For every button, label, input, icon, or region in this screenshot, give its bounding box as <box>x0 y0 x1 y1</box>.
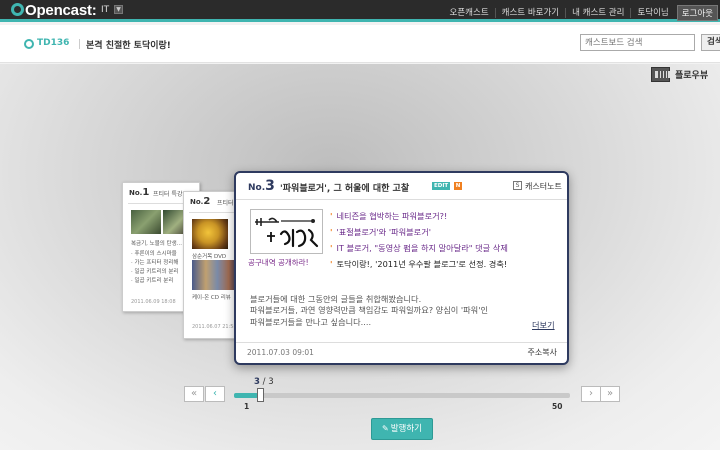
logo-text: Opencast: <box>25 2 97 19</box>
card-line: · 푸른이의 스시마을 <box>131 251 177 257</box>
edit-badge[interactable]: EDIT <box>432 182 451 190</box>
nav-my-cast[interactable]: 내 캐스트 관리 <box>565 8 630 18</box>
publish-label: 발행하기 <box>390 424 422 434</box>
headline-item[interactable]: 토닥이랑!, '2011년 우수팔 블로그'로 선정. 경축! <box>330 257 560 273</box>
page-slider-fill <box>234 393 258 398</box>
card-number: No.1 <box>129 187 150 198</box>
card-line: 복금기, 노블의 탄생... <box>131 241 182 247</box>
castboard-search-input[interactable] <box>580 34 695 51</box>
prev-page-button[interactable]: ‹ <box>205 386 225 402</box>
card-line: 삼순거목 DVD <box>192 254 227 260</box>
card-line: · 일곱 키트리 분리 <box>131 278 174 284</box>
flow-view-icon[interactable] <box>651 67 670 82</box>
headline-item[interactable]: 네티즌을 협박하는 파워블로거?! <box>330 209 560 225</box>
nav-user[interactable]: 토닥이님 <box>630 8 674 18</box>
chevron-down-icon[interactable]: ▼ <box>114 5 123 14</box>
card-title: 프티터 특강 <box>153 191 183 198</box>
card-number: No.2 <box>190 196 211 207</box>
new-badge: N <box>454 182 462 190</box>
logout-button[interactable]: 로그아웃 <box>676 5 718 21</box>
headline-item[interactable]: IT 블로거, "동영상 펌을 하지 말아달라" 댓글 삭제 <box>330 241 560 257</box>
copy-address-button[interactable]: 주소복사 <box>528 347 557 358</box>
card-thumbnail <box>163 210 185 234</box>
slider-position: 3 / 3 <box>254 377 274 387</box>
description-line: 파워블로거들, 과연 영향력만큼 책임감도 파워일까요? 양심이 '파워'인 <box>250 305 488 316</box>
opencast-logo[interactable]: Opencast: <box>11 2 97 19</box>
publish-button[interactable]: ✎ 발행하기 <box>371 418 433 440</box>
card-date: 2011.06.09 18:08 <box>131 299 176 305</box>
card-title[interactable]: '파워블로거', 그 허울에 대한 고찰 <box>280 181 409 194</box>
headline-list: 네티즌을 협박하는 파워블로거?! '표절블로거'와 '파워블로거' IT 블로… <box>330 209 560 273</box>
slider-min-label: 1 <box>244 402 250 411</box>
card-thumbnail <box>192 260 238 290</box>
first-page-button[interactable]: « <box>184 386 204 402</box>
card-header: No.3 '파워블로거', 그 허울에 대한 고찰 EDIT N S 캐스터노트 <box>236 173 567 200</box>
category-label[interactable]: IT <box>101 5 109 15</box>
page-slider-handle[interactable] <box>257 388 264 402</box>
top-bar: Opencast: IT ▼ 오픈캐스트 캐스트 바로가기 내 캐스트 관리 토… <box>0 0 720 22</box>
calligraphy-thumbnail <box>255 217 319 248</box>
nav-cast-shortcut[interactable]: 캐스트 바로가기 <box>494 8 565 18</box>
card-line: · 일곱 키트리의 분리 <box>131 269 179 275</box>
headline-item[interactable]: '표절블로거'와 '파워블로거' <box>330 225 560 241</box>
next-page-button[interactable]: › <box>581 386 601 402</box>
card-thumbnail <box>131 210 161 234</box>
slider-max-label: 50 <box>552 402 563 411</box>
top-nav: 오픈캐스트 캐스트 바로가기 내 캐스트 관리 토닥이님 로그아웃 <box>444 5 718 21</box>
cast-title[interactable]: 본격 친절한 토닥이랑! <box>86 38 171 51</box>
divider <box>79 39 80 49</box>
cast-card-main[interactable]: No.3 '파워블로거', 그 허울에 대한 고찰 EDIT N S 캐스터노트… <box>234 171 569 365</box>
card-date: 2011.07.03 09:01 <box>247 348 314 357</box>
search-button[interactable]: 검색 <box>701 34 720 51</box>
card-title: 프티터 <box>217 200 234 207</box>
thumbnail-caption[interactable]: 공구내역 공개하라! <box>248 257 309 268</box>
card-date: 2011.06.07 21:58 <box>192 324 237 330</box>
card-line: · 가는 프티터 정리해 <box>131 260 179 266</box>
cast-code[interactable]: TD136 <box>37 38 69 48</box>
card-thumbnail <box>192 219 228 249</box>
page-slider-track[interactable] <box>234 393 570 398</box>
description-line: 블로거들에 대한 그동안의 글들을 취합해봤습니다. <box>250 294 422 304</box>
card-footer: 2011.07.03 09:01 주소복사 <box>236 342 567 363</box>
card-description: 블로거들에 대한 그동안의 글들을 취합해봤습니다. 파워블로거들, 과연 영향… <box>250 294 550 328</box>
description-line: 파워블로거들을 만나고 싶습니다.... <box>250 316 372 327</box>
card-line: 케이-온 CD 리뷰 <box>192 295 231 301</box>
caster-note-link[interactable]: 캐스터노트 <box>525 181 562 192</box>
last-page-button[interactable]: » <box>600 386 620 402</box>
cast-ring-icon <box>24 39 34 49</box>
caster-note-icon[interactable]: S <box>513 181 522 190</box>
logo-ring-icon <box>11 3 24 16</box>
nav-opencast[interactable]: 오픈캐스트 <box>444 8 495 18</box>
flow-view-label[interactable]: 플로우뷰 <box>675 68 708 81</box>
pencil-icon: ✎ <box>382 424 389 433</box>
more-link[interactable]: 더보기 <box>532 319 555 331</box>
card-number: No.3 <box>248 178 275 194</box>
card-thumbnail[interactable] <box>250 209 323 254</box>
cast-header: TD136 본격 친절한 토닥이랑! 검색 <box>0 25 720 63</box>
